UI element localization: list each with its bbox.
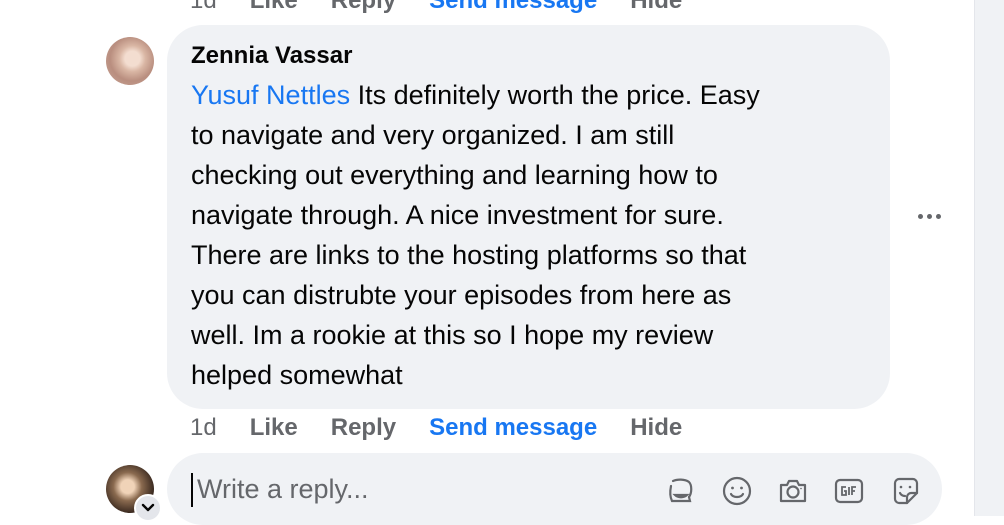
text-caret	[191, 473, 193, 507]
previous-send-message-button[interactable]: Send message	[429, 0, 597, 15]
avatar-sticker-icon[interactable]	[665, 475, 697, 507]
comment-line: you can distrubte your episodes from her…	[191, 280, 732, 310]
comment-actions: 1d Like Reply Send message Hide	[190, 412, 682, 444]
comment-bubble: Zennia Vassar Yusuf Nettles Its definite…	[167, 25, 890, 409]
reply-composer	[167, 453, 942, 525]
comment-text: Yusuf Nettles Its definitely worth the p…	[191, 75, 851, 395]
hide-button[interactable]: Hide	[630, 414, 682, 442]
previous-like-button[interactable]: Like	[250, 0, 298, 15]
avatar[interactable]	[106, 37, 154, 85]
previous-hide-button[interactable]: Hide	[630, 0, 682, 15]
comment-line: checking out everything and learning how…	[191, 160, 718, 190]
comment-line: There are links to the hosting platforms…	[191, 240, 747, 270]
comment-line: to navigate and very organized. I am sti…	[191, 120, 675, 150]
emoji-icon[interactable]	[721, 475, 753, 507]
more-horizontal-icon	[917, 213, 923, 219]
previous-comment-actions: 1d Like Reply Send message Hide	[190, 0, 682, 16]
reply-tools	[665, 473, 921, 509]
camera-icon[interactable]	[777, 475, 809, 507]
comment-line: Its definitely worth the price. Easy	[350, 80, 760, 110]
comment-line: well. Im a rookie at this so I hope my r…	[191, 320, 714, 350]
reply-button[interactable]: Reply	[331, 414, 396, 442]
mention-link[interactable]: Yusuf Nettles	[191, 80, 350, 110]
previous-timestamp[interactable]: 1d	[190, 0, 217, 15]
gif-icon[interactable]	[833, 475, 865, 507]
chevron-down-icon[interactable]	[134, 494, 162, 522]
reply-input[interactable]	[191, 471, 637, 507]
more-options-button[interactable]	[912, 204, 946, 228]
comment-line: helped somewhat	[191, 360, 403, 390]
send-message-button[interactable]: Send message	[429, 414, 597, 442]
like-button[interactable]: Like	[250, 414, 298, 442]
sticker-icon[interactable]	[889, 475, 921, 507]
comment-author[interactable]: Zennia Vassar	[191, 39, 866, 73]
right-rail	[974, 0, 1004, 516]
comment-timestamp[interactable]: 1d	[190, 414, 217, 442]
comment-line: navigate through. A nice investment for …	[191, 200, 724, 230]
previous-reply-button[interactable]: Reply	[331, 0, 396, 15]
